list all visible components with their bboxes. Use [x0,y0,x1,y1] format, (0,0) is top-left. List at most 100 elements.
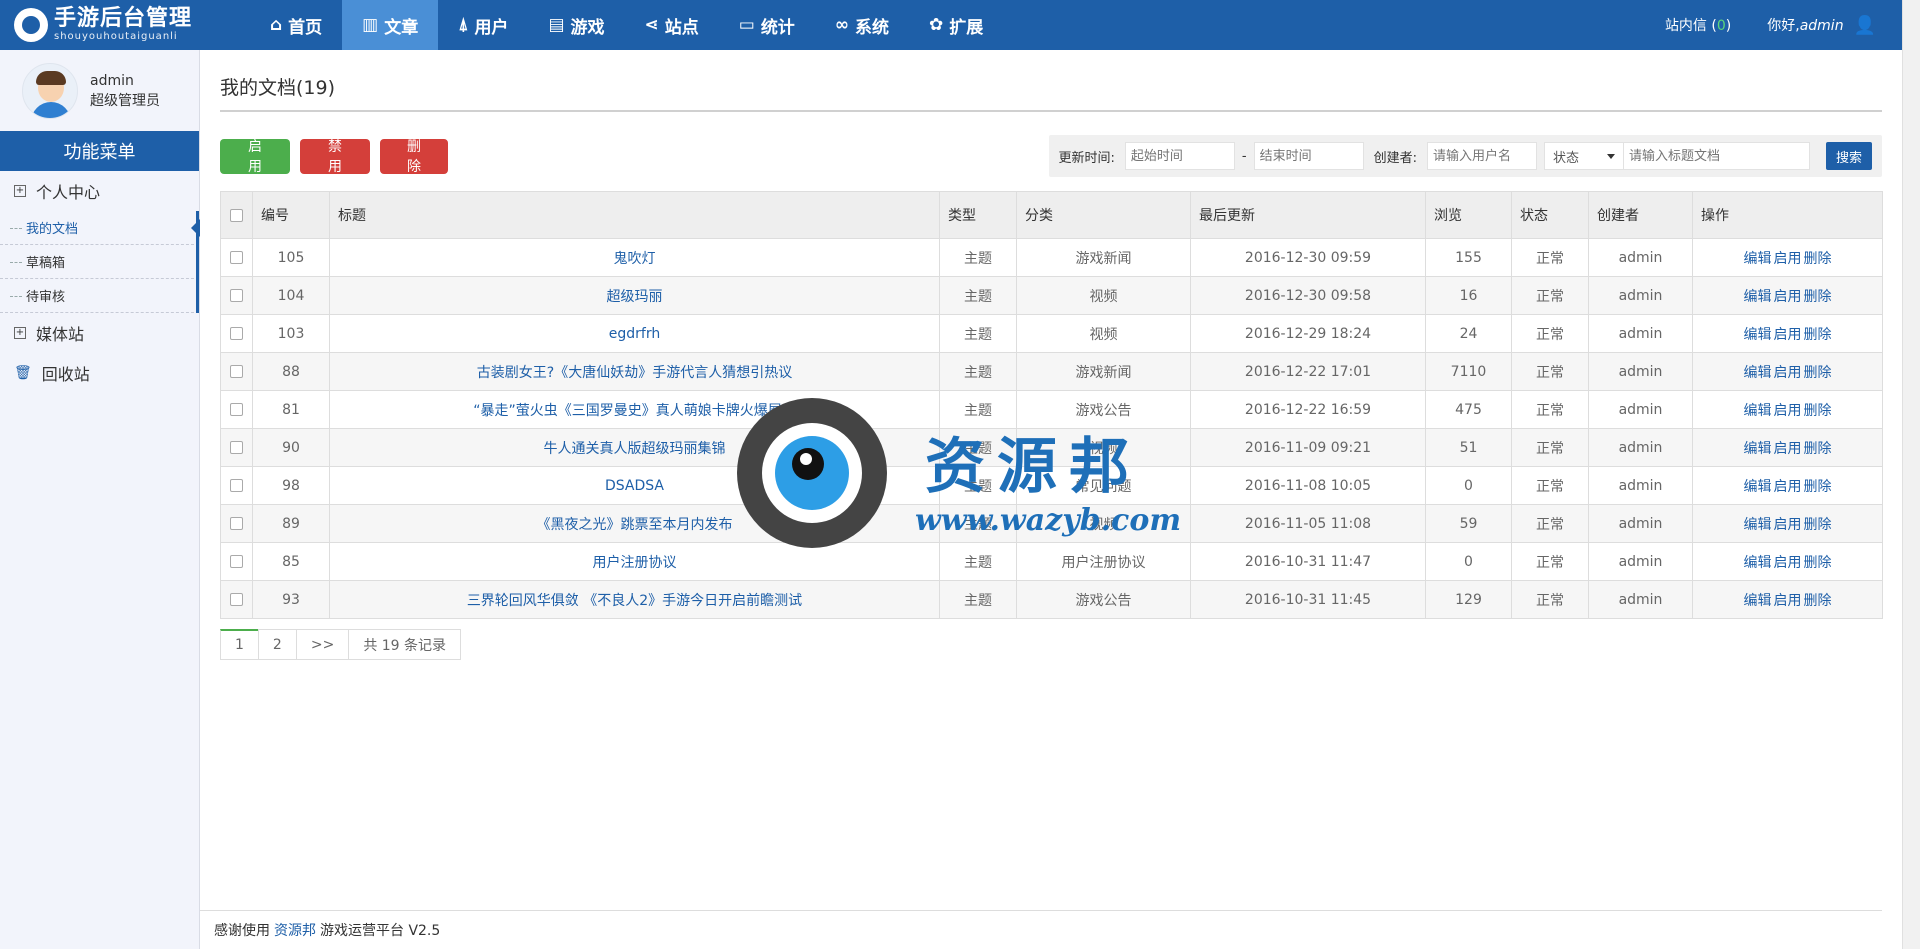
delete-link[interactable]: 删除 [1804,479,1832,495]
cell-status: 正常 [1511,276,1589,315]
status-select[interactable]: 状态 [1543,142,1624,170]
col-creator: 创建者 [1588,191,1693,239]
edit-link[interactable]: 编辑 [1744,365,1772,381]
cell-type: 主题 [939,390,1017,429]
delete-link[interactable]: 删除 [1804,441,1832,457]
nav-item-6[interactable]: ∞ 系统 [815,0,909,50]
row-checkbox[interactable] [230,365,243,378]
edit-link[interactable]: 编辑 [1744,441,1772,457]
delete-link[interactable]: 删除 [1804,593,1832,609]
sidebar-item-pending[interactable]: 待审核 [0,279,199,313]
enable-link[interactable]: 启用 [1774,479,1802,495]
delete-button[interactable]: 删 除 [380,138,448,175]
title-search-input[interactable] [1623,142,1810,170]
row-checkbox[interactable] [230,517,243,530]
enable-link[interactable]: 启用 [1774,251,1802,267]
doc-title-link[interactable]: 三界轮回风华俱敛 《不良人2》手游今日开启前瞻测试 [467,593,802,609]
doc-title-link[interactable]: 超级玛丽 [607,289,663,305]
page-scrollbar[interactable] [1902,0,1920,949]
nav-item-3[interactable]: ▤ 游戏 [528,0,624,50]
cell-type: 主题 [939,276,1017,315]
user-menu[interactable]: 你好,admin [1767,15,1843,35]
enable-link[interactable]: 启用 [1774,403,1802,419]
sidebar-group-trash[interactable]: 🗑 回收站 [0,353,199,393]
nav-item-2[interactable]: ⍋ 用户 [438,0,528,50]
enable-link[interactable]: 启用 [1774,289,1802,305]
nav-item-1[interactable]: ▥ 文章 [342,0,439,50]
delete-link[interactable]: 删除 [1804,289,1832,305]
cell-status: 正常 [1511,352,1589,391]
row-checkbox[interactable] [230,593,243,606]
edit-link[interactable]: 编辑 [1744,593,1772,609]
enable-link[interactable]: 启用 [1774,365,1802,381]
delete-link[interactable]: 删除 [1804,251,1832,267]
page-2[interactable]: 2 [257,629,297,660]
doc-title-link[interactable]: 牛人通关真人版超级玛丽集锦 [544,441,726,457]
row-checkbox[interactable] [230,441,243,454]
next-page-button[interactable]: >> [295,629,350,660]
footer: 感谢使用 资源邦 游戏运营平台 V2.5 [200,910,1882,949]
delete-link[interactable]: 删除 [1804,403,1832,419]
sidebar-group-personal[interactable]: + 个人中心 [0,171,199,211]
sidebar: admin 超级管理员 功能菜单 + 个人中心 我的文档 草稿箱 待审核 + 媒… [0,50,200,949]
search-button[interactable]: 搜索 [1825,142,1872,170]
disable-button[interactable]: 禁 用 [300,138,370,175]
enable-link[interactable]: 启用 [1774,441,1802,457]
doc-title-link[interactable]: 用户注册协议 [593,555,677,571]
sidebar-item-my-docs[interactable]: 我的文档 [0,211,200,245]
delete-link[interactable]: 删除 [1804,517,1832,533]
brand-logo[interactable]: 手游后台管理 shouyouhoutaiguanli [0,0,250,50]
table-row: 105 鬼吹灯 主题 游戏新闻 2016-12-30 09:59 155 正常 admin 编辑… [220,238,1883,277]
username: admin [1799,18,1844,34]
cell-views: 51 [1425,428,1512,467]
edit-link[interactable]: 编辑 [1744,479,1772,495]
row-checkbox[interactable] [230,403,243,416]
row-checkbox[interactable] [230,555,243,568]
edit-link[interactable]: 编辑 [1744,289,1772,305]
edit-link[interactable]: 编辑 [1744,327,1772,343]
enable-button[interactable]: 启 用 [220,138,290,175]
start-time-input[interactable] [1124,142,1235,170]
edit-link[interactable]: 编辑 [1744,251,1772,267]
edit-link[interactable]: 编辑 [1744,555,1772,571]
page-1[interactable]: 1 [220,629,259,660]
end-time-input[interactable] [1253,142,1364,170]
cell-id: 90 [252,428,330,467]
user-icon[interactable]: 👤 [1854,15,1876,36]
doc-title-link[interactable]: egdrfrh [609,326,660,342]
edit-link[interactable]: 编辑 [1744,517,1772,533]
select-all-checkbox[interactable] [230,208,243,222]
table-row: 90 牛人通关真人版超级玛丽集锦 主题 视频 2016-11-09 09:21 51 正常 a… [220,428,1883,467]
nav-item-7[interactable]: ✿ 扩展 [909,0,1003,50]
cell-category: 游戏公告 [1016,580,1191,619]
doc-title-link[interactable]: 鬼吹灯 [614,251,656,267]
footer-link[interactable]: 资源邦 [274,920,316,940]
nav-item-5[interactable]: ▭ 统计 [719,0,815,50]
row-checkbox[interactable] [230,327,243,340]
doc-title-link[interactable]: 古装剧女王?《大唐仙妖劫》手游代言人猜想引热议 [477,365,792,381]
cell-updated: 2016-12-30 09:58 [1190,276,1426,315]
cell-id: 103 [252,314,330,353]
enable-link[interactable]: 启用 [1774,593,1802,609]
row-checkbox[interactable] [230,289,243,302]
enable-link[interactable]: 启用 [1774,555,1802,571]
doc-title-link[interactable]: 《黑夜之光》跳票至本月内发布 [537,517,733,533]
enable-link[interactable]: 启用 [1774,517,1802,533]
row-checkbox[interactable] [230,479,243,492]
table-row: 89 《黑夜之光》跳票至本月内发布 主题 视频 2016-11-05 11:08 59 正常… [220,504,1883,543]
edit-link[interactable]: 编辑 [1744,403,1772,419]
enable-link[interactable]: 启用 [1774,327,1802,343]
delete-link[interactable]: 删除 [1804,555,1832,571]
row-checkbox[interactable] [230,251,243,264]
nav-item-0[interactable]: ⌂ 首页 [250,0,342,50]
nav-item-4[interactable]: ⋖ 站点 [625,0,719,50]
sidebar-group-media[interactable]: + 媒体站 [0,313,199,353]
delete-link[interactable]: 删除 [1804,365,1832,381]
inbox-link[interactable]: 站内信 (0) [1665,15,1731,35]
cell-views: 59 [1425,504,1512,543]
doc-title-link[interactable]: DSADSA [605,478,664,494]
creator-input[interactable] [1426,142,1537,170]
delete-link[interactable]: 删除 [1804,327,1832,343]
sidebar-item-drafts[interactable]: 草稿箱 [0,245,199,279]
doc-title-link[interactable]: “暴走”萤火虫《三国罗曼史》真人萌娘卡牌火爆展现 [473,403,796,419]
